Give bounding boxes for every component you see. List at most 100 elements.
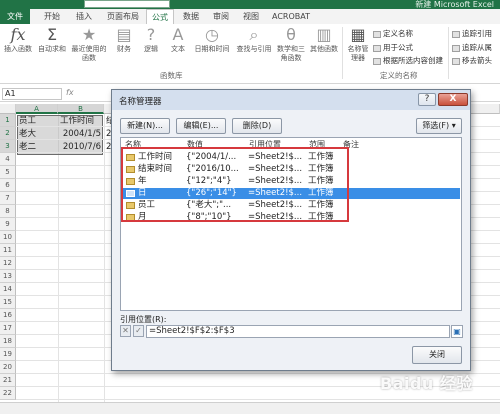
text-icon: A: [172, 25, 184, 44]
grid-icon: [373, 57, 381, 65]
text-button[interactable]: A 文本: [166, 26, 190, 54]
clock-icon: ◷: [205, 25, 219, 44]
name-manager-dialog: 名称管理器 ? X 新建(N)... 编辑(E)... 删除(D) 筛选(F) …: [111, 89, 471, 371]
tab-formulas[interactable]: 公式: [146, 9, 174, 24]
highlight-annotation: [121, 147, 349, 222]
grid-line: [104, 114, 105, 414]
quick-access-toolbar[interactable]: [84, 0, 170, 8]
row-header[interactable]: 5: [0, 166, 16, 179]
row-header[interactable]: 7: [0, 192, 16, 205]
row-header[interactable]: 21: [0, 374, 16, 387]
math-button[interactable]: θ 数学和三角函数: [276, 26, 306, 63]
chevron-down-icon: ▾: [451, 121, 456, 130]
more-functions-button[interactable]: ▥ 其他函数: [308, 26, 340, 54]
more-book-icon: ▥: [316, 25, 332, 44]
name-box[interactable]: A1: [2, 88, 62, 100]
column-header[interactable]: B: [58, 104, 104, 114]
fx-icon[interactable]: fx: [66, 88, 106, 100]
row-header[interactable]: 13: [0, 270, 16, 283]
ribbon: fx 插入函数 Σ 自动求和 ★ 最近使用的函数 ▤ 财务 ? 逻辑 A 文本 …: [0, 24, 500, 84]
star-icon: ★: [81, 25, 97, 44]
cancel-edit-icon[interactable]: ✕: [120, 325, 131, 337]
grid-line: [16, 399, 500, 400]
tag-icon: [373, 30, 381, 38]
financial-button[interactable]: ▤ 财务: [112, 26, 136, 54]
sheet-tab-bar: [0, 402, 500, 414]
group-defined-names-label: 定义的名称: [380, 71, 418, 80]
dialog-title: 名称管理器: [119, 97, 162, 107]
tab-home[interactable]: 开始: [38, 9, 66, 24]
logical-button[interactable]: ? 逻辑: [139, 26, 163, 54]
tab-page-layout[interactable]: 页面布局: [102, 9, 144, 24]
row-header[interactable]: 16: [0, 309, 16, 322]
close-icon[interactable]: X: [438, 93, 468, 106]
tab-file[interactable]: 文件: [0, 9, 30, 24]
group-function-library-label: 函数库: [160, 71, 183, 80]
use-in-formula-button[interactable]: 用于公式: [373, 42, 413, 53]
row-header[interactable]: 17: [0, 322, 16, 335]
row-header[interactable]: 3: [0, 140, 16, 153]
row-header[interactable]: 18: [0, 335, 16, 348]
column-header[interactable]: A: [16, 104, 58, 114]
row-header[interactable]: 2: [0, 127, 16, 140]
trace-dependents-button[interactable]: 追踪从属: [452, 42, 492, 53]
confirm-edit-icon[interactable]: ✓: [133, 325, 144, 337]
row-header[interactable]: 4: [0, 153, 16, 166]
dialog-title-bar[interactable]: 名称管理器 ? X: [112, 90, 470, 110]
title-bar: 新建 Microsoft Excel: [0, 0, 500, 9]
ribbon-tabs: 文件 开始 插入 页面布局 公式 数据 审阅 视图 ACROBAT: [0, 9, 500, 24]
ribbon-separator: [448, 27, 449, 79]
row-header[interactable]: 19: [0, 348, 16, 361]
row-header[interactable]: 12: [0, 257, 16, 270]
row-header[interactable]: 15: [0, 296, 16, 309]
select-all-corner[interactable]: [0, 104, 16, 114]
sigma-icon: Σ: [46, 25, 58, 44]
ribbon-separator: [342, 27, 343, 79]
row-header[interactable]: 1: [0, 114, 16, 127]
trace-precedents-button[interactable]: 追踪引用: [452, 28, 492, 39]
delete-button[interactable]: 删除(D): [232, 118, 282, 134]
fx-icon: fx: [10, 25, 26, 44]
lookup-button[interactable]: ⌕ 查找与引用: [234, 26, 274, 54]
datetime-button[interactable]: ◷ 日期和时间: [192, 26, 232, 54]
tab-data[interactable]: 数据: [178, 9, 204, 24]
refers-to-input[interactable]: =Sheet2!$F$2:$F$3: [146, 325, 450, 338]
row-header[interactable]: 14: [0, 283, 16, 296]
row-header[interactable]: 11: [0, 244, 16, 257]
tab-insert[interactable]: 插入: [70, 9, 98, 24]
range-picker-icon[interactable]: ▣: [451, 325, 463, 338]
eraser-icon: [452, 57, 460, 65]
autosum-button[interactable]: Σ 自动求和: [36, 26, 68, 54]
tab-view[interactable]: 视图: [238, 9, 264, 24]
arrow-icon: [452, 30, 460, 38]
row-header[interactable]: 6: [0, 179, 16, 192]
filter-button[interactable]: 筛选(F) ▾: [416, 118, 462, 134]
create-from-selection-button[interactable]: 根据所选内容创建: [373, 55, 443, 66]
watermark: Baidu 经验: [380, 374, 473, 393]
row-header[interactable]: 9: [0, 218, 16, 231]
magnifier-icon: ⌕: [249, 25, 259, 44]
edit-button[interactable]: 编辑(E)...: [176, 118, 226, 134]
book-icon: ▤: [116, 25, 132, 44]
row-header[interactable]: 20: [0, 361, 16, 374]
name-tag-icon: ▦: [350, 25, 366, 44]
theta-icon: θ: [286, 25, 296, 44]
refers-to-label: 引用位置(R):: [120, 315, 167, 324]
close-button[interactable]: 关闭: [412, 346, 462, 364]
formula-icon: [373, 44, 381, 52]
recent-functions-button[interactable]: ★ 最近使用的函数: [70, 26, 108, 63]
grid-line: [58, 114, 59, 414]
remove-arrows-button[interactable]: 移去箭头: [452, 55, 492, 66]
question-book-icon: ?: [146, 25, 156, 44]
row-header[interactable]: 10: [0, 231, 16, 244]
tab-review[interactable]: 审阅: [208, 9, 234, 24]
arrow-icon: [452, 44, 460, 52]
row-header[interactable]: 8: [0, 205, 16, 218]
new-button[interactable]: 新建(N)...: [120, 118, 170, 134]
name-manager-button[interactable]: ▦ 名称管理器: [345, 26, 371, 63]
row-header[interactable]: 22: [0, 387, 16, 400]
define-name-button[interactable]: 定义名称: [373, 28, 413, 39]
help-button[interactable]: ?: [418, 93, 436, 106]
tab-acrobat[interactable]: ACROBAT: [268, 9, 314, 24]
insert-function-button[interactable]: fx 插入函数: [2, 26, 34, 54]
